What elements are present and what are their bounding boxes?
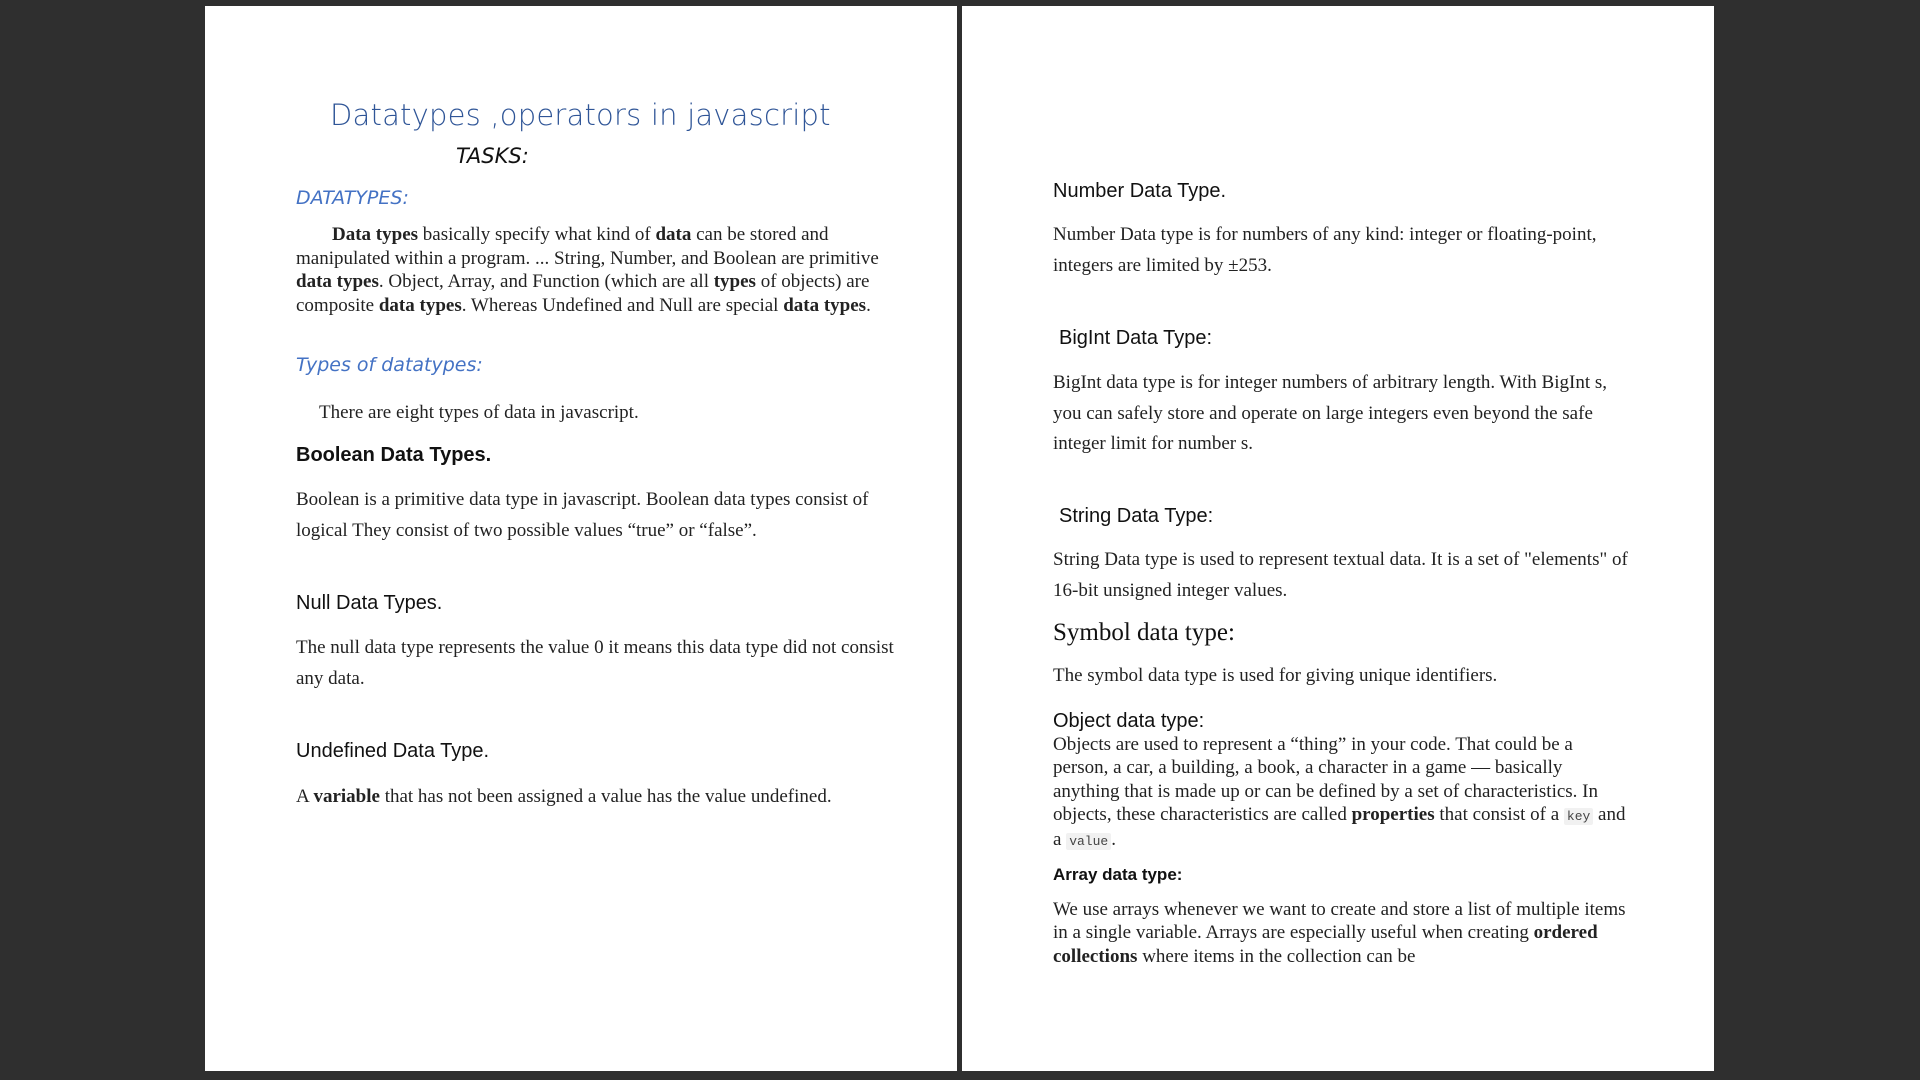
eight-types-paragraph: There are eight types of data in javascr… (319, 402, 639, 423)
number-paragraph: Number Data type is for numbers of any k… (1053, 224, 1597, 276)
intro-bold: data types (783, 294, 867, 316)
code-value: value (1066, 833, 1112, 851)
object-paragraph: Objects are used to represent a “thing” … (1053, 733, 1628, 853)
undefined-text: that has not been assigned a value has t… (379, 786, 832, 807)
intro-bold: data types (296, 271, 379, 292)
code-key: key (1563, 807, 1594, 825)
object-bold: properties (1351, 803, 1435, 825)
symbol-heading: Symbol data type: (1053, 619, 1235, 646)
types-of-datatypes-heading: Types of datatypes: (296, 354, 483, 376)
intro-paragraph: Data types basically specify what kind o… (296, 223, 886, 317)
intro-text: . Whereas Undefined and Null are special (461, 294, 784, 316)
object-text: that consist of a (1434, 803, 1564, 825)
document-page-right: Number Data Type. Number Data type is fo… (962, 6, 1714, 1071)
array-heading: Array data type: (1053, 865, 1183, 884)
object-heading: Object data type: (1053, 710, 1205, 732)
string-heading: String Data Type: (1059, 505, 1214, 527)
bigint-heading: BigInt Data Type: (1059, 327, 1213, 349)
undefined-heading: Undefined Data Type. (296, 740, 490, 762)
datatypes-heading: DATATYPES: (296, 187, 409, 209)
bigint-paragraph: BigInt data type is for integer numbers … (1053, 372, 1607, 454)
intro-text: basically specify what kind of (418, 224, 656, 245)
symbol-paragraph: The symbol data type is used for giving … (1053, 665, 1498, 686)
document-title: Datatypes ,operators in javascript (330, 98, 831, 132)
boolean-heading: Boolean Data Types. (296, 444, 492, 466)
null-heading: Null Data Types. (296, 592, 443, 614)
object-text: . (1111, 829, 1116, 851)
undefined-bold: variable (313, 786, 380, 807)
document-page-left: Datatypes ,operators in javascript TASKS… (205, 6, 957, 1071)
intro-bold: types (713, 271, 756, 292)
number-heading: Number Data Type. (1053, 180, 1227, 202)
undefined-text: A (296, 786, 314, 807)
intro-text: . Object, Array, and Function (which are… (378, 271, 714, 292)
array-paragraph: We use arrays whenever we want to create… (1053, 898, 1633, 968)
null-paragraph: The null data type represents the value … (296, 637, 894, 689)
string-paragraph: String Data type is used to represent te… (1053, 549, 1628, 601)
document-viewer: Datatypes ,operators in javascript TASKS… (0, 0, 1920, 1080)
undefined-paragraph: A variable that has not been assigned a … (296, 782, 896, 813)
intro-text: . (866, 294, 871, 316)
intro-bold: data types (378, 294, 462, 316)
document-subtitle: TASKS: (456, 144, 529, 168)
boolean-paragraph: Boolean is a primitive data type in java… (296, 489, 869, 541)
intro-bold: data (655, 224, 692, 245)
array-text: where items in the collection can be (1137, 945, 1416, 967)
intro-bold: Data types (332, 224, 419, 245)
